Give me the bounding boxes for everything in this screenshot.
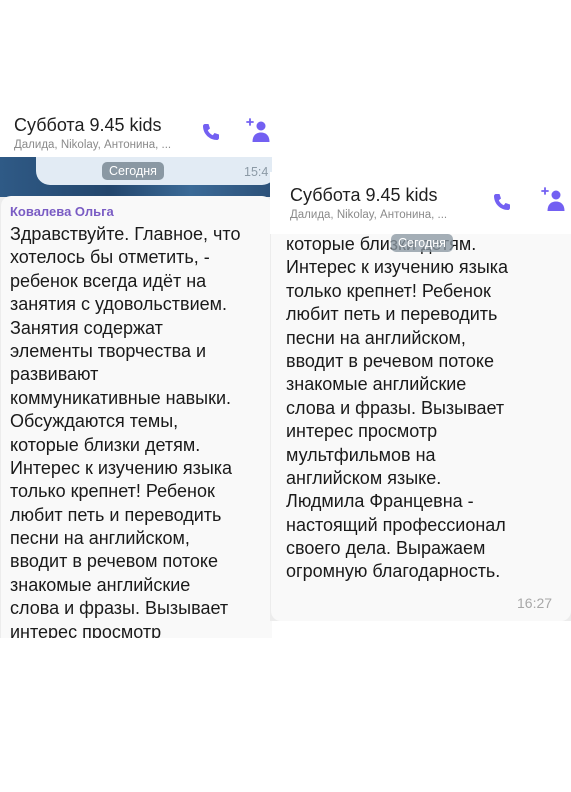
message-line: мультфильмов на: [286, 444, 436, 465]
message-line: занятия с удовольствием.: [10, 294, 228, 315]
previous-message-time: 15:4: [244, 165, 269, 179]
message-line: огромную благодарность.: [286, 561, 501, 582]
left-screenshot: 15:4 Суббота 9.45 kids Далида, Nikolay, …: [0, 108, 272, 638]
message-line: вводит в речевом потоке: [10, 551, 218, 572]
message-line: ребенок всегда идёт на: [10, 270, 207, 291]
chat-participants[interactable]: Далида, Nikolay, Антонина, ...: [14, 139, 171, 151]
sender-name[interactable]: Ковалева Ольга: [10, 204, 114, 219]
message-line: которые близки детям.: [10, 434, 201, 455]
message-bubble[interactable]: которые близки детям. Интерес к изучению …: [271, 212, 571, 621]
phone-icon[interactable]: [492, 192, 512, 212]
message-line: английском языке.: [286, 467, 442, 488]
message-line: настоящий профессионал: [286, 514, 506, 535]
message-line: любит петь и переводить: [286, 304, 498, 325]
date-separator: Сегодня: [391, 234, 453, 252]
chat-header[interactable]: Суббота 9.45 kids Далида, Nikolay, Антон…: [0, 108, 272, 157]
chat-title[interactable]: Суббота 9.45 kids: [14, 115, 162, 136]
message-line: любит петь и переводить: [10, 504, 222, 525]
message-line: знакомые английские: [286, 374, 467, 395]
message-line: только крепнет! Ребенок: [10, 481, 215, 502]
message-text: которые близки детям. Интерес к изучению …: [286, 233, 508, 584]
message-line: хотелось бы отметить, -: [10, 247, 210, 268]
message-line: Здравствуйте. Главное, что: [10, 224, 241, 244]
message-line: Занятия содержат: [10, 317, 163, 338]
right-screenshot: Суббота 9.45 kids Далида, Nikolay, Антон…: [270, 172, 571, 621]
message-line: слова и фразы. Вызывает: [10, 598, 229, 619]
message-line: только крепнет! Ребенок: [286, 280, 491, 301]
message-line: вводит в речевом потоке: [286, 350, 494, 371]
message-time: 16:27: [517, 595, 553, 611]
message-line: своего дела. Выражаем: [286, 538, 486, 559]
phone-icon[interactable]: [201, 122, 221, 142]
message-line: коммуникативные навыки.: [10, 387, 232, 408]
message-line: интерес просмотр: [10, 621, 162, 638]
message-bubble[interactable]: Ковалева Ольга Здравствуйте. Главное, чт…: [1, 196, 272, 638]
message-line: развивают: [10, 364, 99, 385]
message-line: интерес просмотр: [286, 421, 438, 442]
message-line: песни на английском,: [286, 327, 466, 348]
chat-header[interactable]: Суббота 9.45 kids Далида, Nikolay, Антон…: [270, 172, 571, 234]
date-separator: Сегодня: [102, 162, 164, 180]
message-line: знакомые английские: [10, 574, 191, 595]
message-line: Интерес к изучению языка: [10, 457, 233, 478]
add-participant-icon[interactable]: [541, 187, 565, 213]
message-line: слова и фразы. Вызывает: [286, 397, 505, 418]
message-text: Здравствуйте. Главное, что хотелось бы от…: [10, 223, 240, 638]
message-line: Интерес к изучению языка: [286, 257, 509, 278]
chat-title[interactable]: Суббота 9.45 kids: [290, 185, 438, 206]
message-line: элементы творчества и: [10, 340, 207, 361]
message-line: песни на английском,: [10, 528, 190, 549]
message-line: Обсуждаются темы,: [10, 411, 179, 432]
add-participant-icon[interactable]: [246, 118, 270, 144]
chat-participants[interactable]: Далида, Nikolay, Антонина, ...: [290, 209, 447, 221]
message-line: Людмила Францевна -: [286, 491, 474, 512]
